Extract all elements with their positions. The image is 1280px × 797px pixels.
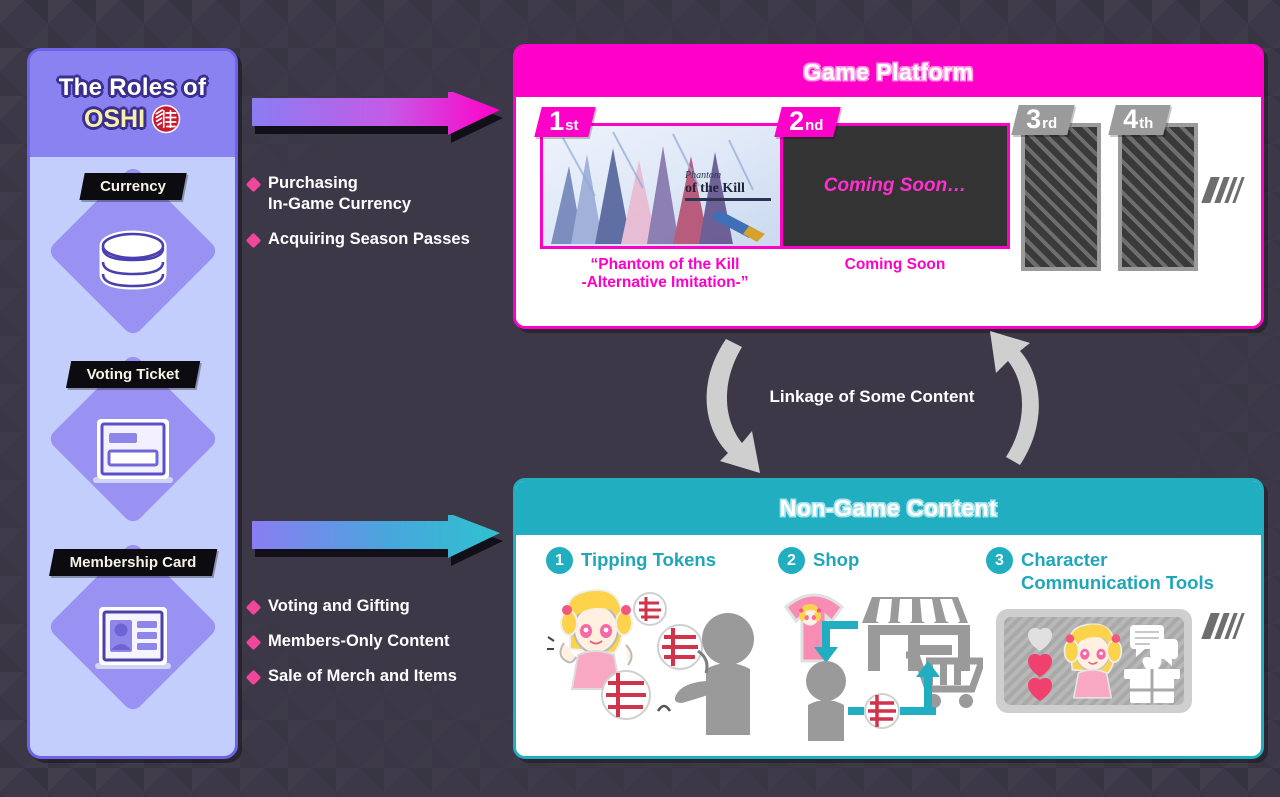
bullet-diamond-icon	[245, 232, 262, 248]
feature-1-header[interactable]: 1 Tipping Tokens	[546, 547, 716, 574]
game-slot-3[interactable]: 3 rd	[1011, 104, 1101, 271]
roles-of-oshi-panel: The Roles of OSHI Currency Voting Ticket…	[27, 48, 238, 759]
bullet-diamond-icon	[245, 176, 262, 193]
oshi-seal-icon	[151, 104, 181, 134]
rank-number: 3	[1026, 104, 1042, 134]
rank-tab-2nd: 2 nd	[774, 106, 842, 137]
rank-suffix: nd	[805, 117, 824, 134]
tshirt-store-cart-icon	[783, 593, 983, 741]
role-label-text: Membership Card	[69, 554, 196, 571]
bullet-text: Members-Only Content	[268, 631, 450, 650]
bullet-item: Acquiring Season Passes	[245, 229, 506, 250]
roles-title-line1: The Roles of	[58, 74, 207, 101]
bullet-text: Acquiring Season Passes	[268, 229, 470, 248]
bullet-diamond-icon	[245, 669, 262, 685]
ticket-icon	[92, 419, 173, 484]
game-platform-body: Phantom of the Kill 1 st “Phantom of the…	[516, 97, 1261, 323]
non-game-content-body: 1 Tipping Tokens 2 Shop 3 Character Comm…	[516, 535, 1261, 753]
game-platform-panel: Game Platform Phantom of the Kill 1 st “…	[513, 44, 1264, 329]
bullet-text: Purchasing In-Game Currency	[268, 174, 412, 213]
game-slot-2[interactable]: Coming Soon… 2 nd Coming Soon	[774, 106, 1010, 274]
role-label-text: Voting Ticket	[86, 366, 179, 383]
id-card-icon	[94, 607, 171, 670]
right-arrow-icon	[252, 90, 503, 143]
connector-top-bullets: Purchasing In-Game Currency Acquiring Se…	[245, 173, 506, 250]
roles-panel-header: The Roles of OSHI	[30, 51, 235, 157]
phantom-of-the-kill-artwork: Phantom of the Kill	[543, 126, 787, 246]
non-game-content-title: Non-Game Content	[779, 494, 998, 521]
feature-3-header[interactable]: 3 Character Communication Tools	[986, 547, 1214, 594]
connector-bottom-bullets: Voting and Gifting Members-Only Content …	[245, 596, 506, 687]
svg-text:Phantom: Phantom	[684, 170, 721, 181]
rank-tab-3rd: 3 rd	[1011, 104, 1075, 135]
bullet-item: Sale of Merch and Items	[245, 666, 506, 687]
rank-suffix: th	[1139, 115, 1154, 132]
feature-number: 1	[546, 547, 573, 574]
girl-throwing-tokens-icon	[547, 589, 754, 735]
bullet-diamond-icon	[245, 634, 262, 651]
slash-marks-icon	[1201, 613, 1245, 639]
game-platform-title: Game Platform	[803, 58, 974, 85]
rank-suffix: st	[565, 117, 579, 134]
feature-2-header[interactable]: 2 Shop	[778, 547, 859, 574]
linkage-label: Linkage of Some Content	[769, 387, 975, 406]
bullet-text: Voting and Gifting	[268, 597, 410, 615]
rank-number: 4	[1123, 104, 1139, 134]
game-slot-2-caption: Coming Soon	[844, 256, 946, 273]
feature-title: Shop	[813, 549, 860, 570]
right-arrow-icon	[252, 513, 503, 566]
rank-tab-1st: 1 st	[534, 106, 597, 137]
feature-title: Character Communication Tools	[1021, 549, 1214, 593]
game-platform-header: Game Platform	[516, 47, 1261, 97]
role-item-voting-ticket[interactable]: Voting Ticket	[30, 345, 235, 533]
rank-suffix: rd	[1042, 115, 1058, 132]
connector-bottom: Voting and Gifting Members-Only Content …	[245, 513, 506, 700]
coin-stack-icon	[99, 230, 166, 290]
bullet-diamond-icon	[245, 599, 262, 616]
role-label-voting-ticket: Voting Ticket	[65, 361, 200, 388]
game-slot-4[interactable]: 4 th	[1108, 104, 1198, 271]
svg-text:of the Kill: of the Kill	[685, 181, 745, 196]
role-item-membership-card[interactable]: Membership Card	[30, 533, 235, 721]
role-label-text: Currency	[99, 178, 166, 195]
rank-tab-4th: 4 th	[1108, 104, 1171, 135]
role-label-membership-card: Membership Card	[48, 549, 217, 576]
role-item-currency[interactable]: Currency	[30, 157, 235, 345]
feature-number: 3	[986, 547, 1013, 574]
diagram-stage: The Roles of OSHI Currency Voting Ticket…	[0, 0, 1280, 797]
coming-soon-placeholder: Coming Soon…	[783, 126, 1007, 246]
feature-number: 2	[778, 547, 805, 574]
bullet-item: Members-Only Content	[245, 631, 506, 652]
feature-title: Tipping Tokens	[581, 549, 716, 570]
coming-soon-text: Coming Soon…	[823, 175, 967, 196]
connector-top: Purchasing In-Game Currency Acquiring Se…	[245, 90, 506, 263]
rank-number: 1	[549, 106, 565, 136]
bullet-text: Sale of Merch and Items	[268, 666, 457, 685]
character-chat-screen-icon	[996, 609, 1192, 713]
slash-marks-icon	[1201, 177, 1245, 203]
non-game-content-panel: Non-Game Content 1 Tipping Tokens 2 Shop…	[513, 478, 1264, 759]
oshi-word: OSHI	[83, 104, 146, 133]
non-game-content-header: Non-Game Content	[516, 481, 1261, 535]
bullet-item: Purchasing In-Game Currency	[245, 173, 506, 215]
roles-title-line2-row: OSHI	[84, 104, 181, 134]
role-label-currency: Currency	[78, 173, 187, 200]
rank-number: 2	[789, 106, 805, 136]
bullet-item: Voting and Gifting	[245, 596, 506, 617]
game-slot-1-caption: “Phantom of the Kill -Alternative Imitat…	[581, 256, 749, 292]
game-slot-1[interactable]: Phantom of the Kill 1 st “Phantom of the…	[534, 106, 790, 293]
